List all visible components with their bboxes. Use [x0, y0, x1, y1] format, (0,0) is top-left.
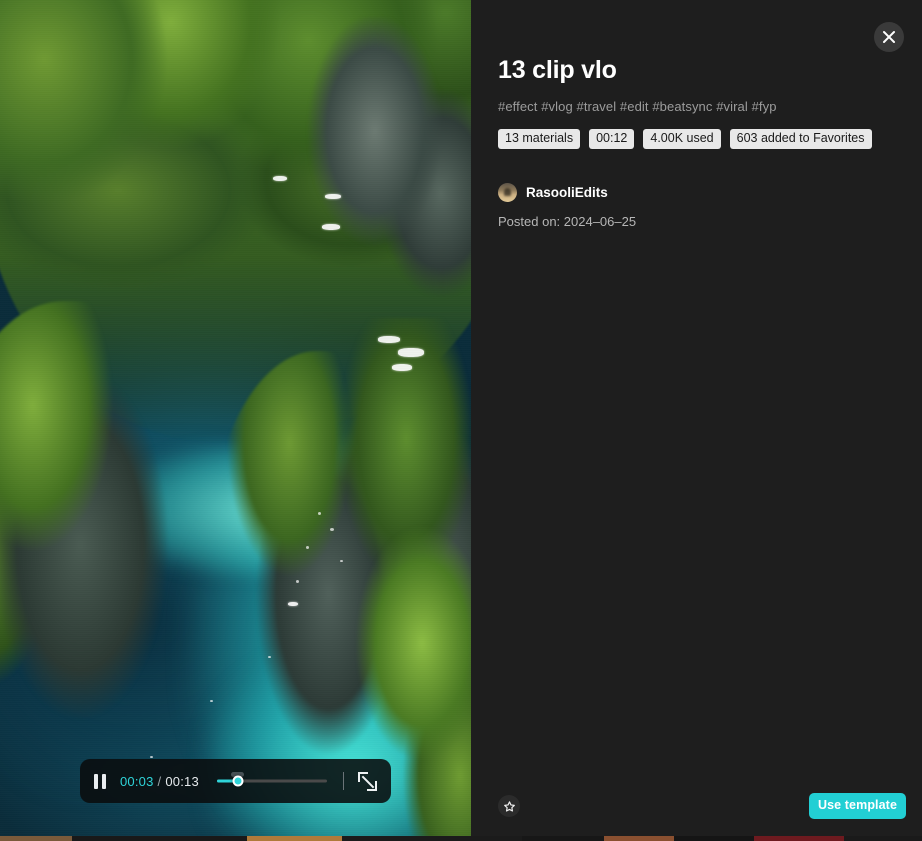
status-badge: 00:12 — [589, 128, 635, 150]
star-icon[interactable] — [498, 795, 520, 817]
hashtag-list: #effect #vlog #travel #edit #beatsync #v… — [498, 98, 777, 114]
use-template-button[interactable]: Use template — [808, 793, 906, 819]
author-row[interactable]: RasooliEdits — [498, 183, 922, 203]
avatar — [498, 183, 517, 203]
current-time: 00:03 — [120, 773, 154, 789]
template-detail-modal: 00:03 / 00:13 13 clip vlo #effect #vlog … — [0, 0, 922, 836]
video-player[interactable]: 00:03 / 00:13 — [0, 0, 471, 836]
controls-divider — [343, 772, 344, 790]
pause-icon[interactable] — [94, 773, 110, 790]
app-screen: 00:03 / 00:13 13 clip vlo #effect #vlog … — [0, 0, 922, 841]
slider-knob[interactable] — [232, 775, 244, 787]
time-separator: / — [157, 773, 162, 789]
video-frame — [0, 0, 471, 836]
video-controls-bar[interactable]: 00:03 / 00:13 — [80, 759, 391, 803]
status-badge: 13 materials — [498, 128, 581, 150]
author-name: RasooliEdits — [526, 185, 608, 201]
fullscreen-icon[interactable] — [358, 771, 377, 791]
status-badge: 603 added to Favorites — [729, 128, 872, 150]
page-title: 13 clip vlo — [498, 56, 617, 84]
background-page-strip — [0, 836, 922, 841]
time-display: 00:03 / 00:13 — [120, 774, 199, 789]
template-info-panel: 13 clip vlo #effect #vlog #travel #edit … — [471, 0, 922, 836]
total-duration: 00:13 — [165, 773, 199, 789]
posted-date: Posted on: 2024–06–25 — [498, 214, 637, 230]
progress-slider[interactable] — [216, 771, 327, 791]
action-bar: Use template — [471, 786, 922, 826]
status-badge: 4.00K used — [643, 128, 721, 150]
close-icon[interactable] — [874, 22, 904, 52]
metadata-badges: 13 materials 00:12 4.00K used 603 added … — [498, 128, 922, 150]
